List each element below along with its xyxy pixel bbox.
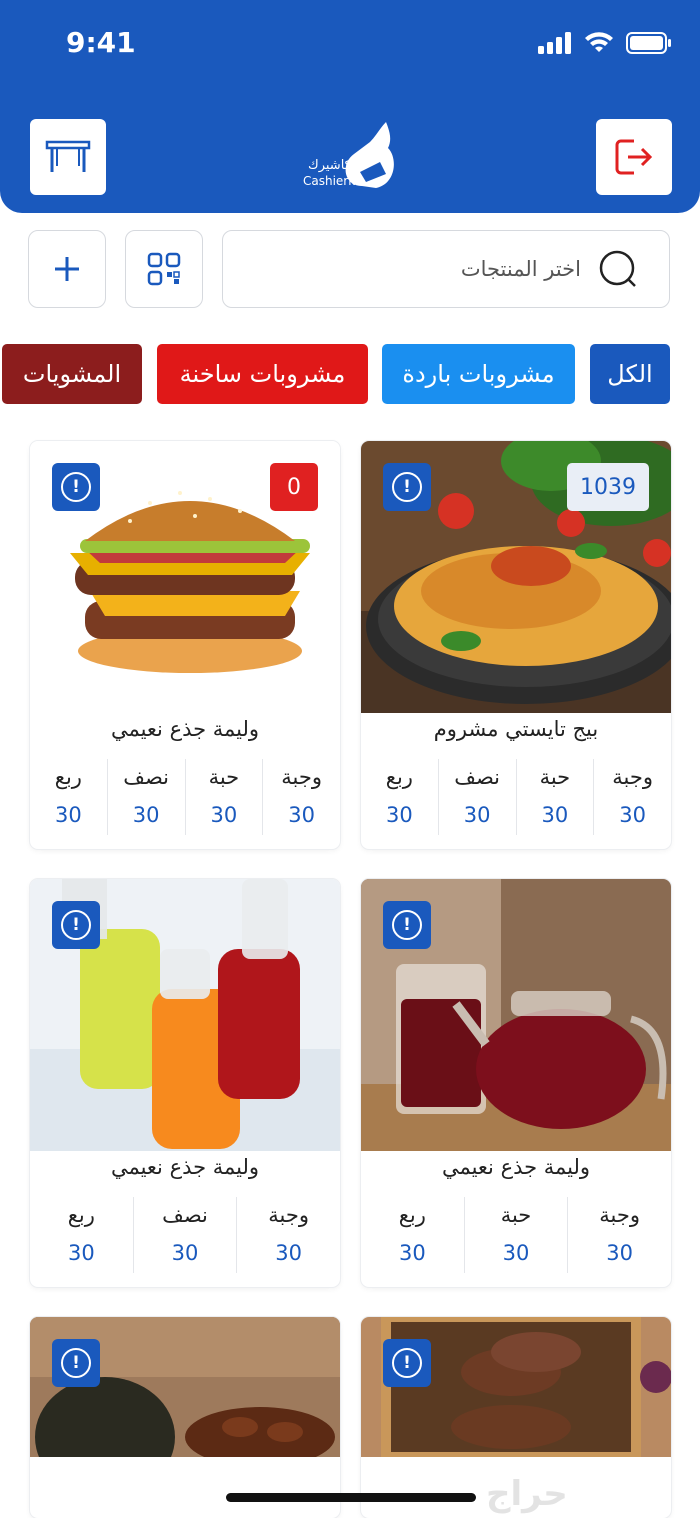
logo-text-en: Cashierk bbox=[303, 174, 356, 188]
info-icon: ! bbox=[392, 472, 422, 502]
cashierk-logo: كاشيرك Cashierk bbox=[300, 118, 402, 194]
price-option[interactable]: ربع 30 bbox=[30, 759, 107, 835]
price-option[interactable]: نصف 30 bbox=[132, 1197, 237, 1273]
price-option[interactable]: وجبة 30 bbox=[236, 1197, 340, 1273]
price-option[interactable]: حبة 30 bbox=[463, 1197, 568, 1273]
price-option[interactable]: نصف 30 bbox=[106, 759, 185, 835]
qr-scan-button[interactable] bbox=[125, 230, 203, 308]
product-image bbox=[30, 1317, 340, 1457]
product-card[interactable]: ! 0 وليمة جذع نعيمي وجبة 30 حبة 30 نصف 30 ر… bbox=[30, 441, 340, 849]
product-info-button[interactable]: ! bbox=[383, 463, 431, 511]
price-option[interactable]: ربع 30 bbox=[30, 1197, 133, 1273]
search-placeholder: اختر المنتجات bbox=[460, 257, 581, 281]
product-title: وليمة جذع نعيمي bbox=[441, 1155, 591, 1179]
tables-button[interactable] bbox=[30, 119, 106, 195]
haraj-watermark: حراج bbox=[486, 1474, 568, 1514]
price-options: وجبة 30 نصف 30 ربع 30 bbox=[30, 1197, 340, 1273]
product-title: بيج تايستي مشروم bbox=[433, 717, 599, 741]
app-header: 9:41 كاشيرك Cashierk bbox=[0, 0, 700, 213]
price-options: وجبة 30 حبة 30 نصف 30 ربع 30 bbox=[361, 759, 671, 835]
info-icon: ! bbox=[61, 472, 91, 502]
price-option[interactable]: وجبة 30 bbox=[593, 759, 671, 835]
qr-code-icon bbox=[147, 252, 181, 286]
product-card[interactable]: ! 1039 بيج تايستي مشروم وجبة 30 حبة 30 نصف… bbox=[361, 441, 671, 849]
table-icon bbox=[45, 140, 91, 172]
price-option[interactable]: ربع 30 bbox=[361, 1197, 464, 1273]
product-info-button[interactable]: ! bbox=[383, 1339, 431, 1387]
price-options: وجبة 30 حبة 30 نصف 30 ربع 30 bbox=[30, 759, 340, 835]
status-icons bbox=[538, 32, 672, 54]
logout-button[interactable] bbox=[596, 119, 672, 195]
price-option[interactable]: ربع 30 bbox=[361, 759, 438, 835]
product-info-button[interactable]: ! bbox=[383, 901, 431, 949]
product-search-input[interactable]: اختر المنتجات bbox=[222, 230, 670, 308]
status-time: 9:41 bbox=[66, 26, 136, 59]
stock-badge: 1039 bbox=[567, 463, 649, 511]
category-chip-all[interactable]: الكل bbox=[590, 344, 670, 404]
logout-icon bbox=[615, 139, 653, 175]
info-icon: ! bbox=[392, 1348, 422, 1378]
product-info-button[interactable]: ! bbox=[52, 463, 100, 511]
stock-badge: 0 bbox=[270, 463, 318, 511]
battery-icon bbox=[626, 32, 671, 54]
search-icon bbox=[599, 250, 636, 287]
product-card[interactable]: ! وليمة جذع نعيمي وجبة 30 حبة 30 ربع 30 bbox=[361, 879, 671, 1287]
category-chips: الكل مشروبات باردة مشروبات ساخنة المشويا… bbox=[0, 344, 700, 404]
product-title: وليمة جذع نعيمي bbox=[110, 1155, 260, 1179]
product-title: وليمة جذع نعيمي bbox=[110, 717, 260, 741]
signal-icon bbox=[538, 32, 571, 54]
price-option[interactable]: نصف 30 bbox=[437, 759, 516, 835]
info-icon: ! bbox=[392, 910, 422, 940]
price-option[interactable]: وجبة 30 bbox=[262, 759, 340, 835]
product-info-button[interactable]: ! bbox=[52, 901, 100, 949]
plus-icon bbox=[55, 257, 79, 281]
product-info-button[interactable]: ! bbox=[52, 1339, 100, 1387]
price-option[interactable]: حبة 30 bbox=[184, 759, 263, 835]
logo-text-ar: كاشيرك bbox=[308, 158, 351, 173]
info-icon: ! bbox=[61, 1348, 91, 1378]
product-card[interactable]: ! bbox=[30, 1317, 340, 1518]
category-chip-grills[interactable]: المشويات bbox=[2, 344, 142, 404]
product-card[interactable]: ! وليمة جذع نعيمي وجبة 30 نصف 30 ربع 30 bbox=[30, 879, 340, 1287]
add-product-button[interactable] bbox=[28, 230, 106, 308]
price-options: وجبة 30 حبة 30 ربع 30 bbox=[361, 1197, 671, 1273]
home-indicator[interactable] bbox=[226, 1493, 476, 1502]
info-icon: ! bbox=[61, 910, 91, 940]
price-option[interactable]: حبة 30 bbox=[515, 759, 594, 835]
category-chip-hot-drinks[interactable]: مشروبات ساخنة bbox=[157, 344, 368, 404]
category-chip-cold-drinks[interactable]: مشروبات باردة bbox=[382, 344, 575, 404]
wifi-icon bbox=[585, 32, 613, 52]
price-option[interactable]: وجبة 30 bbox=[567, 1197, 671, 1273]
product-image bbox=[361, 1317, 671, 1457]
